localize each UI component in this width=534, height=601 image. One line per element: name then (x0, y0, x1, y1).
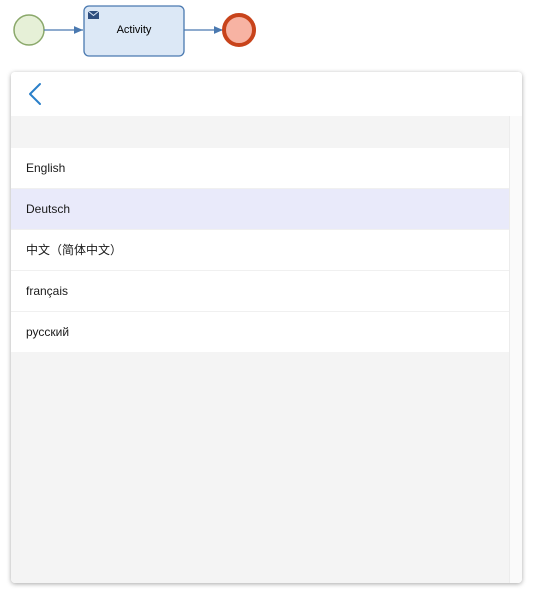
language-item-francais[interactable]: français (11, 271, 509, 312)
language-item-chinese[interactable]: 中文（简体中文） (11, 230, 509, 271)
language-list: English Deutsch 中文（简体中文） français русски… (11, 148, 509, 352)
end-event[interactable] (222, 13, 256, 47)
back-button[interactable] (23, 80, 47, 108)
language-picker-panel: English Deutsch 中文（简体中文） français русски… (11, 72, 522, 583)
process-diagram-canvas: Activity (13, 5, 256, 57)
language-item-russian[interactable]: русский (11, 312, 509, 352)
activity-task[interactable]: Activity (83, 5, 185, 57)
chevron-left-icon (29, 83, 41, 105)
process-diagram: Activity (0, 0, 534, 62)
scrollbar[interactable] (509, 116, 522, 583)
language-item-deutsch[interactable]: Deutsch (11, 189, 509, 230)
panel-header (11, 72, 522, 116)
language-item-english[interactable]: English (11, 148, 509, 189)
envelope-icon (87, 10, 100, 19)
start-event[interactable] (13, 14, 45, 46)
panel-body: English Deutsch 中文（简体中文） français русски… (11, 116, 509, 583)
activity-label: Activity (117, 24, 152, 36)
